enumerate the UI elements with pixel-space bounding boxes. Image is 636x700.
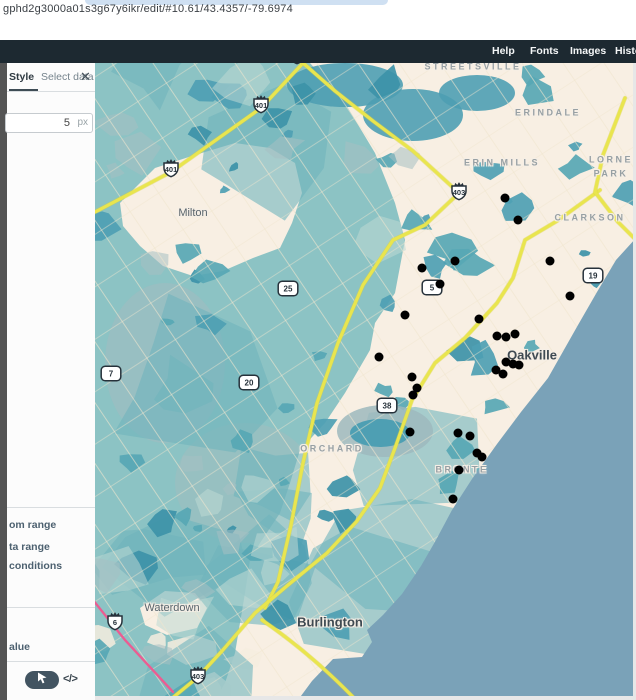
app-window: gphd2g3000a01s3g67y6ikr/edit/#10.61/43.4… bbox=[0, 0, 636, 700]
svg-text:403: 403 bbox=[192, 672, 205, 681]
data-point bbox=[545, 256, 555, 266]
horizontal-scrollbar[interactable] bbox=[95, 696, 636, 700]
svg-text:19: 19 bbox=[589, 272, 598, 281]
data-point bbox=[450, 256, 460, 266]
top-navbar: Help Fonts Images History bbox=[0, 40, 636, 63]
area-label: ORCHARD bbox=[300, 443, 364, 454]
data-point bbox=[477, 452, 487, 462]
svg-text:401: 401 bbox=[255, 101, 268, 110]
data-point bbox=[565, 291, 575, 301]
style-editor-panel: Style Select data ✕ px om range ta range… bbox=[5, 63, 95, 700]
highway-shield-401: 401 bbox=[158, 157, 184, 184]
page-url: gphd2g3000a01s3g67y6ikr/edit/#10.61/43.4… bbox=[3, 3, 293, 15]
size-unit-label: px bbox=[77, 117, 88, 128]
data-point bbox=[454, 465, 464, 475]
highway-shield-401: 401 bbox=[248, 93, 274, 120]
data-point bbox=[407, 372, 417, 382]
svg-text:403: 403 bbox=[453, 188, 466, 197]
data-point bbox=[498, 369, 508, 379]
browser-url-bar[interactable]: gphd2g3000a01s3g67y6ikr/edit/#10.61/43.4… bbox=[0, 0, 636, 40]
divider bbox=[7, 91, 95, 92]
highway-shield-20: 20 bbox=[238, 374, 260, 396]
highway-shield-blank bbox=[284, 63, 310, 71]
cursor-icon bbox=[37, 671, 48, 689]
highway-shield-25: 25 bbox=[277, 280, 299, 302]
window-edge bbox=[0, 63, 7, 700]
data-point bbox=[510, 329, 520, 339]
highway-shield-403: 403 bbox=[446, 180, 472, 207]
data-point bbox=[408, 390, 418, 400]
data-point bbox=[435, 279, 445, 289]
sidebar-item-data-range[interactable]: ta range bbox=[9, 541, 50, 553]
town-label: Waterdown bbox=[144, 602, 200, 614]
sidebar-item-conditions[interactable]: conditions bbox=[9, 560, 62, 572]
data-point bbox=[492, 331, 502, 341]
svg-text:5: 5 bbox=[430, 284, 435, 293]
highway-shield-403: 403 bbox=[185, 664, 211, 691]
sidebar-item-zoom-range[interactable]: om range bbox=[9, 519, 56, 531]
map-overlay: STREETSVILLE ERINDALE ERIN MILLS LORNE PARK… bbox=[95, 63, 636, 700]
tab-style[interactable]: Style bbox=[9, 71, 34, 83]
area-label: ERINDALE bbox=[514, 107, 582, 118]
highway-shield-6: 6 bbox=[102, 610, 128, 637]
data-point bbox=[400, 310, 410, 320]
data-point bbox=[465, 431, 475, 441]
nav-item-history[interactable]: History bbox=[615, 40, 636, 63]
svg-text:6: 6 bbox=[113, 618, 117, 627]
select-mode-button[interactable] bbox=[25, 671, 59, 689]
svg-text:38: 38 bbox=[383, 402, 392, 411]
size-input-wrap: px bbox=[5, 113, 93, 133]
data-point bbox=[374, 352, 384, 362]
area-label: ERIN MILLS bbox=[464, 157, 540, 168]
highway-shield-7: 7 bbox=[100, 365, 122, 387]
svg-text:7: 7 bbox=[109, 370, 114, 379]
data-point bbox=[405, 427, 415, 437]
city-label: Burlington bbox=[297, 614, 363, 630]
close-icon[interactable]: ✕ bbox=[80, 69, 91, 85]
divider bbox=[7, 607, 95, 608]
data-point bbox=[474, 314, 484, 324]
highway-shield-38: 38 bbox=[376, 397, 398, 419]
data-point bbox=[448, 494, 458, 504]
svg-text:20: 20 bbox=[245, 379, 254, 388]
nav-item-fonts[interactable]: Fonts bbox=[530, 40, 559, 63]
svg-text:25: 25 bbox=[284, 285, 293, 294]
data-point bbox=[513, 215, 523, 225]
code-view-toggle[interactable]: </> bbox=[63, 673, 78, 685]
data-point bbox=[417, 263, 427, 273]
data-point bbox=[514, 360, 524, 370]
divider bbox=[7, 507, 95, 508]
nav-item-help[interactable]: Help bbox=[492, 40, 515, 63]
data-point bbox=[500, 193, 510, 203]
map-canvas[interactable]: STREETSVILLE ERINDALE ERIN MILLS LORNE PARK… bbox=[95, 63, 636, 700]
divider bbox=[7, 661, 95, 662]
svg-text:401: 401 bbox=[165, 165, 178, 174]
highway-shield-19: 19 bbox=[582, 267, 604, 289]
area-label: LORNE PARK bbox=[589, 154, 633, 179]
area-label: CLARKSON bbox=[554, 212, 626, 223]
data-point bbox=[453, 428, 463, 438]
area-label: STREETSVILLE bbox=[424, 63, 522, 72]
data-point bbox=[501, 332, 511, 342]
town-label: Milton bbox=[178, 207, 208, 219]
sidebar-item-value[interactable]: alue bbox=[9, 641, 30, 653]
nav-item-images[interactable]: Images bbox=[570, 40, 606, 63]
